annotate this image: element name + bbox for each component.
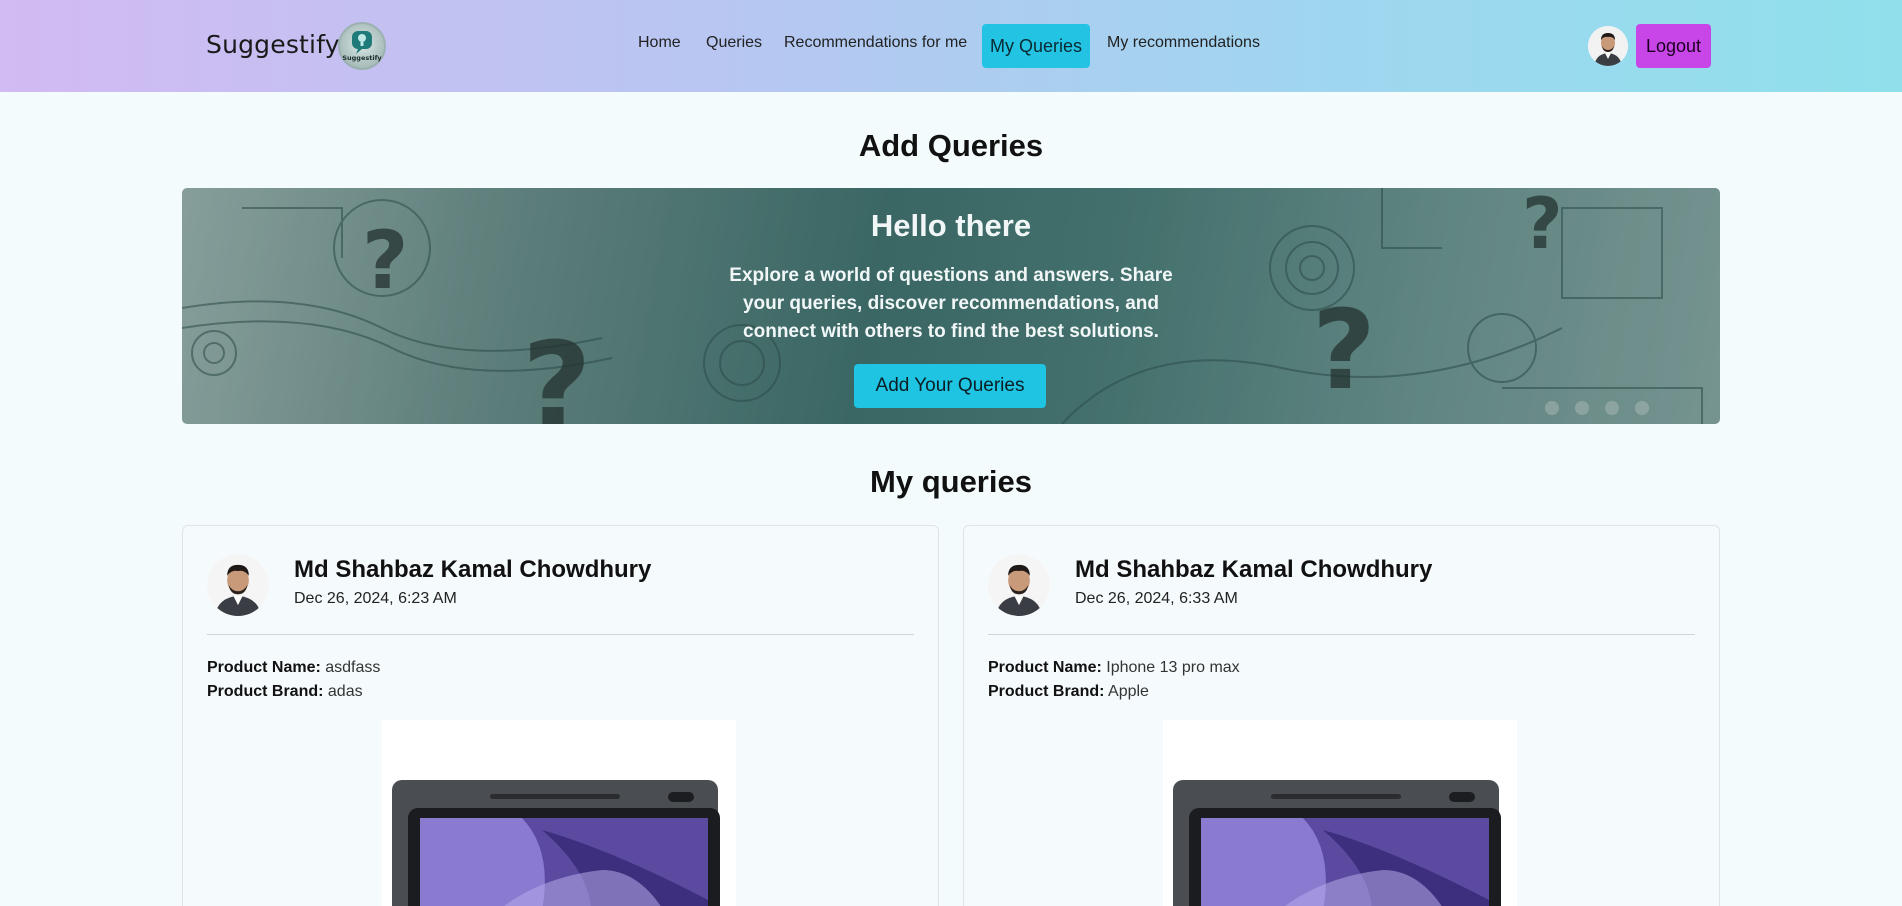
author-avatar-icon bbox=[988, 554, 1050, 616]
product-brand-field: Product Brand: Apple bbox=[988, 683, 1149, 701]
product-name-value: asdfass bbox=[325, 659, 381, 676]
user-avatar[interactable] bbox=[1588, 26, 1628, 66]
logout-button[interactable]: Logout bbox=[1636, 24, 1711, 68]
query-card[interactable]: Md Shahbaz Kamal Chowdhury Dec 26, 2024,… bbox=[963, 525, 1720, 906]
product-name-field: Product Name: asdfass bbox=[207, 659, 380, 677]
product-image[interactable] bbox=[1163, 720, 1517, 906]
tablet-image bbox=[392, 780, 720, 906]
author-avatar[interactable] bbox=[988, 554, 1050, 616]
nav-recommendations-for-me[interactable]: Recommendations for me bbox=[784, 34, 967, 52]
author-avatar[interactable] bbox=[207, 554, 269, 616]
query-card[interactable]: Md Shahbaz Kamal Chowdhury Dec 26, 2024,… bbox=[182, 525, 939, 906]
navbar: Suggestify Suggestify Home Queries Recom… bbox=[0, 0, 1902, 92]
hero-description: Explore a world of questions and answers… bbox=[729, 265, 1173, 342]
product-name-label: Product Name: bbox=[988, 659, 1102, 676]
tablet-image bbox=[1173, 780, 1501, 906]
nav-queries[interactable]: Queries bbox=[706, 34, 762, 52]
product-brand-label: Product Brand: bbox=[207, 683, 324, 700]
add-queries-title: Add Queries bbox=[858, 128, 1044, 163]
hero-title: Hello there bbox=[870, 208, 1032, 243]
product-brand-value: adas bbox=[327, 683, 363, 700]
product-brand-label: Product Brand: bbox=[988, 683, 1105, 700]
query-date: Dec 26, 2024, 6:23 AM bbox=[294, 590, 457, 607]
author-avatar-icon bbox=[207, 554, 269, 616]
product-brand-value: Apple bbox=[1108, 683, 1149, 700]
add-your-queries-button[interactable]: Add Your Queries bbox=[854, 364, 1046, 408]
product-name-value: Iphone 13 pro max bbox=[1106, 659, 1240, 676]
author-name: Md Shahbaz Kamal Chowdhury bbox=[1075, 556, 1433, 583]
query-date: Dec 26, 2024, 6:33 AM bbox=[1075, 590, 1238, 607]
nav-my-recommendations[interactable]: My recommendations bbox=[1107, 34, 1260, 52]
product-brand-field: Product Brand: adas bbox=[207, 683, 363, 701]
author-name: Md Shahbaz Kamal Chowdhury bbox=[294, 556, 652, 583]
hero-banner: ? ? ? ? Hello there Explore a world of q… bbox=[182, 188, 1720, 424]
user-avatar-icon bbox=[1588, 26, 1628, 66]
product-name-label: Product Name: bbox=[207, 659, 321, 676]
card-divider bbox=[988, 634, 1695, 635]
product-image[interactable] bbox=[382, 720, 736, 906]
card-divider bbox=[207, 634, 914, 635]
nav-home[interactable]: Home bbox=[638, 34, 681, 52]
nav-my-queries[interactable]: My Queries bbox=[982, 24, 1090, 68]
my-queries-title: My queries bbox=[870, 464, 1032, 499]
product-name-field: Product Name: Iphone 13 pro max bbox=[988, 659, 1240, 677]
